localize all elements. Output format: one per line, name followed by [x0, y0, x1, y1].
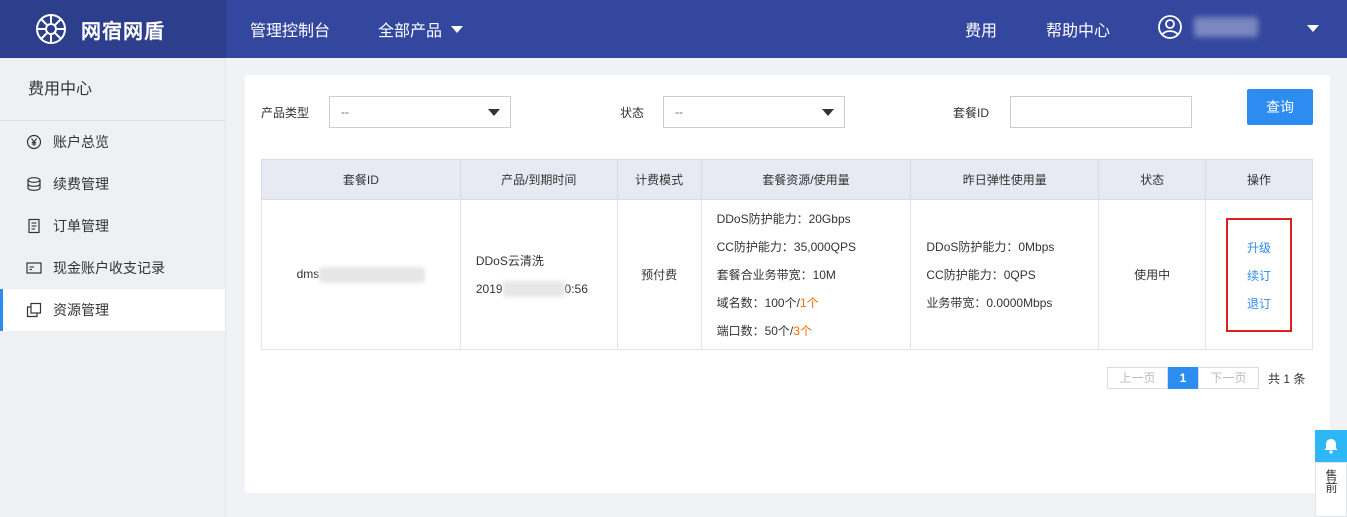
nav-console[interactable]: 管理控制台 — [250, 0, 330, 58]
document-icon — [26, 218, 42, 234]
elastic-bandwidth: 业务带宽：0.0000Mbps — [926, 295, 1053, 310]
expiry-redacted — [502, 281, 565, 298]
sidebar-item-label: 订单管理 — [53, 218, 109, 234]
header-billing-mode: 计费模式 — [616, 159, 702, 200]
cell-product-expiry: DDoS云清洗 2019 0:56 — [459, 199, 618, 350]
package-id-input[interactable] — [1010, 96, 1192, 128]
total-count: 共 1 条 — [1268, 371, 1306, 386]
renew-link[interactable]: 续订 — [1228, 262, 1290, 290]
sidebar-item-label: 续费管理 — [53, 176, 109, 192]
domains-used: 1个 — [799, 295, 819, 310]
card-icon — [26, 260, 42, 276]
nav-help-center[interactable]: 帮助中心 — [1046, 0, 1110, 58]
header-operations: 操作 — [1205, 159, 1313, 200]
username-redacted — [1194, 17, 1258, 37]
sidebar-item-orders[interactable]: 订单管理 — [0, 205, 225, 247]
presale-label: 售前 — [1324, 469, 1338, 493]
resource-bandwidth: 套餐合业务带宽：10M — [716, 267, 836, 282]
sidebar-item-label: 资源管理 — [53, 302, 109, 318]
brand-logo-icon — [36, 14, 66, 44]
cell-status: 使用中 — [1098, 199, 1207, 350]
header-elastic-usage: 昨日弹性使用量 — [910, 159, 1100, 200]
page-number-1[interactable]: 1 — [1168, 367, 1198, 389]
brand-logo-area[interactable]: 网宿网盾 — [0, 0, 226, 58]
resource-ddos: DDoS防护能力：20Gbps — [716, 211, 851, 226]
prev-page-button[interactable]: 上一页 — [1107, 367, 1168, 389]
floating-service-widget[interactable]: 售前 — [1315, 430, 1347, 517]
product-type-label: 产品类型 — [261, 106, 310, 120]
top-navigation-bar: 网宿网盾 管理控制台 全部产品 费用 帮助中心 — [0, 0, 1347, 58]
user-avatar-icon — [1158, 15, 1182, 39]
package-id-label: 套餐ID — [953, 106, 990, 120]
table-header-row: 套餐ID 产品/到期时间 计费模式 套餐资源/使用量 昨日弹性使用量 状态 操作 — [261, 159, 1313, 200]
chevron-down-icon — [451, 25, 464, 33]
status-select[interactable]: -- — [663, 96, 845, 128]
query-button[interactable]: 查询 — [1247, 89, 1313, 125]
elastic-cc: CC防护能力：0QPS — [926, 267, 1036, 282]
sidebar-item-account-overview[interactable]: 账户总览 — [0, 121, 225, 163]
cell-billing-mode: 预付费 — [616, 199, 702, 350]
product-type-select[interactable]: -- — [329, 96, 511, 128]
operations-highlight-box: 升级 续订 退订 — [1226, 217, 1292, 332]
resource-panel: 产品类型 -- 状态 -- 套餐ID 查询 套餐ID 产品/到期时间 计费模式 … — [245, 75, 1330, 493]
package-id-prefix: dms — [296, 266, 320, 281]
nav-all-products[interactable]: 全部产品 — [378, 0, 464, 58]
sidebar-item-cash-records[interactable]: 现金账户收支记录 — [0, 247, 225, 289]
elastic-ddos: DDoS防护能力：0Mbps — [926, 239, 1055, 254]
sidebar-title: 费用中心 — [0, 58, 225, 121]
header-product-expiry: 产品/到期时间 — [459, 159, 618, 200]
status-value: -- — [675, 105, 683, 119]
resource-cc: CC防护能力：35,000QPS — [716, 239, 856, 254]
sidebar-item-renewal[interactable]: 续费管理 — [0, 163, 225, 205]
nav-all-products-label: 全部产品 — [378, 23, 443, 40]
unsubscribe-link[interactable]: 退订 — [1228, 290, 1290, 318]
user-menu-chevron-down-icon[interactable] — [1307, 25, 1319, 32]
package-id-redacted — [319, 266, 426, 283]
header-status: 状态 — [1098, 159, 1207, 200]
dropdown-arrow-icon — [822, 109, 834, 116]
presale-consult[interactable]: 售前 — [1315, 462, 1347, 517]
sidebar-item-label: 现金账户收支记录 — [53, 260, 165, 276]
dropdown-arrow-icon — [488, 109, 500, 116]
product-name: DDoS云清洗 — [475, 253, 544, 268]
brand-name: 网宿网盾 — [81, 20, 165, 43]
nav-fee[interactable]: 费用 — [965, 0, 997, 58]
header-resources: 套餐资源/使用量 — [700, 159, 912, 200]
cell-resources: DDoS防护能力：20Gbps CC防护能力：35,000QPS 套餐合业务带宽… — [700, 199, 912, 350]
cell-elastic-usage: DDoS防护能力：0Mbps CC防护能力：0QPS 业务带宽：0.0000Mb… — [910, 199, 1100, 350]
yen-circle-icon — [26, 134, 42, 150]
pagination: 上一页 1 下一页 共 1 条 — [1107, 367, 1305, 389]
product-type-value: -- — [341, 105, 349, 119]
table-row: dms DDoS云清洗 2019 0:56 预付费 DDoS防护能力：20Gbps… — [261, 199, 1313, 350]
next-page-button[interactable]: 下一页 — [1198, 367, 1259, 389]
sidebar-item-label: 账户总览 — [53, 134, 109, 150]
database-icon — [26, 176, 42, 192]
cell-operations: 升级 续订 退订 — [1205, 199, 1313, 350]
ports-used: 3个 — [793, 323, 812, 338]
upgrade-link[interactable]: 升级 — [1228, 234, 1290, 262]
sidebar: 费用中心 账户总览 续费管理 订单管理 现金账户收支记录 资源管理 — [0, 58, 226, 517]
resource-ports: 端口数：50个/3个 — [716, 323, 812, 338]
copy-icon — [26, 302, 42, 318]
expiry-time: 2019 0:56 — [475, 281, 588, 298]
sidebar-item-resource-management[interactable]: 资源管理 — [0, 289, 225, 331]
resource-table: 套餐ID 产品/到期时间 计费模式 套餐资源/使用量 昨日弹性使用量 状态 操作… — [261, 159, 1313, 350]
status-label: 状态 — [620, 106, 645, 120]
cell-package-id: dms — [261, 199, 461, 350]
user-menu[interactable] — [1158, 15, 1258, 39]
chat-bell-icon[interactable] — [1315, 430, 1347, 462]
header-package-id: 套餐ID — [261, 159, 461, 200]
resource-domains: 域名数：100个/1个 — [716, 295, 819, 310]
